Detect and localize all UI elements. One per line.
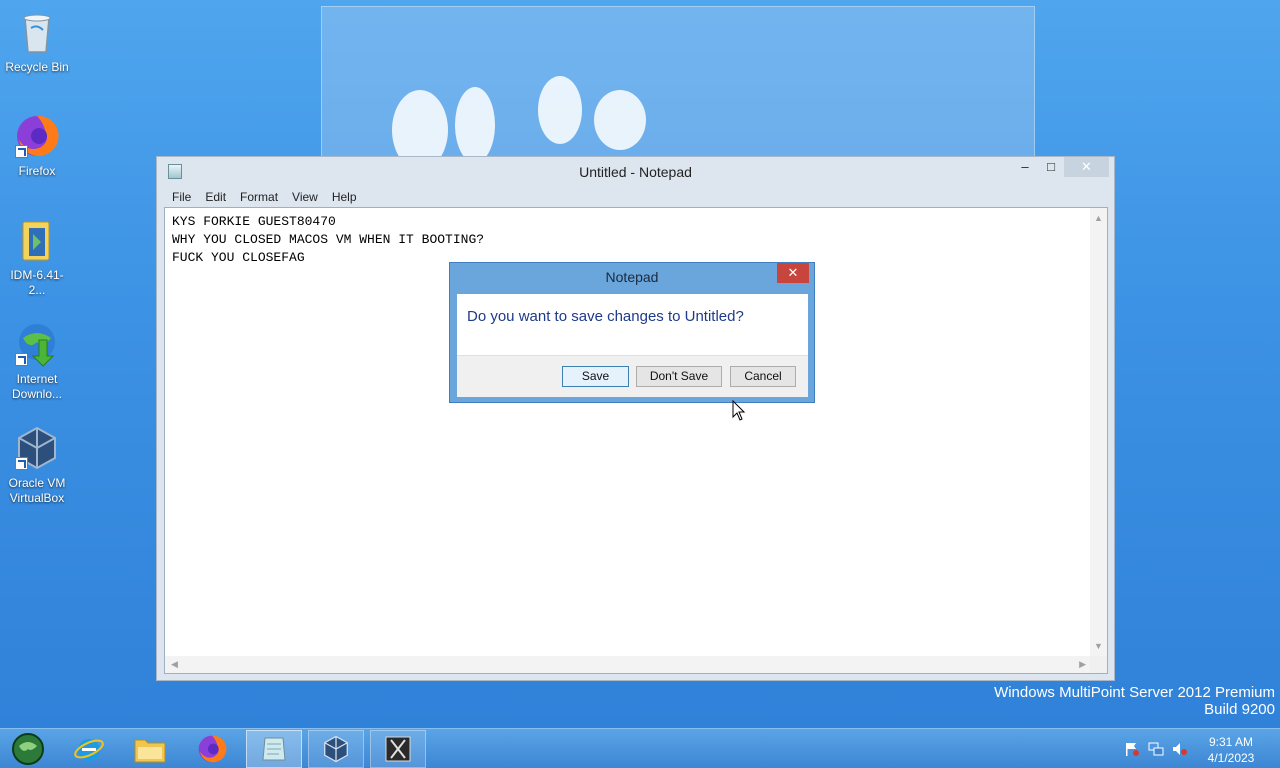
watermark-build: Build 9200 xyxy=(1204,701,1275,718)
firefox-icon xyxy=(198,735,227,763)
action-center-flag-icon[interactable] xyxy=(1124,742,1140,756)
editor-text: KYS FORKIE GUEST80470 WHY YOU CLOSED MACO… xyxy=(172,213,484,267)
notepad-titlebar[interactable]: Untitled - Notepad – □ ✕ xyxy=(157,157,1114,187)
folder-archive-icon xyxy=(22,221,50,261)
desktop-icon-idm-installer[interactable]: IDM-6.41-2... xyxy=(2,216,72,298)
horizontal-scrollbar[interactable]: ◀ ▶ xyxy=(165,656,1092,673)
cancel-button[interactable]: Cancel xyxy=(730,366,796,387)
dialog-button-row: Save Don't Save Cancel xyxy=(457,355,808,397)
taskbar-file-explorer[interactable] xyxy=(122,730,178,768)
maximize-icon: □ xyxy=(1047,159,1055,174)
taskbar-internet-explorer[interactable] xyxy=(61,730,117,768)
window-title: Untitled - Notepad xyxy=(579,164,692,180)
scroll-left-icon[interactable]: ◀ xyxy=(171,660,178,669)
wallpaper-flower xyxy=(392,76,646,160)
desktop-icon-virtualbox[interactable]: Oracle VM VirtualBox xyxy=(2,424,72,506)
dont-save-button[interactable]: Don't Save xyxy=(636,366,722,387)
maximize-button[interactable]: □ xyxy=(1038,157,1064,177)
taskbar-firefox[interactable] xyxy=(184,730,240,768)
dialog-body: Do you want to save changes to Untitled?… xyxy=(457,294,808,397)
vertical-scrollbar[interactable]: ▲ ▼ xyxy=(1090,208,1107,657)
dialog-close-button[interactable]: ✕ xyxy=(777,263,809,283)
shortcut-arrow-icon xyxy=(15,145,28,158)
os-edition-watermark: Windows MultiPoint Server 2012 Premium B… xyxy=(994,684,1275,718)
desktop-icon-firefox[interactable]: Firefox xyxy=(2,112,72,179)
menu-view[interactable]: View xyxy=(285,187,325,207)
save-button[interactable]: Save xyxy=(562,366,629,387)
text-line: WHY YOU CLOSED MACOS VM WHEN IT BOOTING? xyxy=(172,232,485,247)
shortcut-arrow-icon xyxy=(15,457,28,470)
menu-edit[interactable]: Edit xyxy=(198,187,233,207)
network-icon[interactable] xyxy=(1148,742,1164,756)
menu-bar: File Edit Format View Help xyxy=(165,187,364,207)
menu-format[interactable]: Format xyxy=(233,187,285,207)
folder-icon xyxy=(134,739,166,763)
start-button[interactable] xyxy=(0,730,56,768)
minimize-button[interactable]: – xyxy=(1012,157,1038,177)
virtualbox-icon xyxy=(324,735,348,763)
clock-time: 9:31 AM xyxy=(1208,735,1254,749)
mouse-cursor-icon xyxy=(732,400,746,421)
internet-explorer-icon xyxy=(74,739,104,761)
desktop-icon-label: Oracle VM VirtualBox xyxy=(8,476,66,505)
shortcut-arrow-icon xyxy=(15,353,28,366)
taskbar-notepad[interactable] xyxy=(246,730,302,768)
close-button[interactable]: ✕ xyxy=(1064,157,1109,177)
save-changes-dialog: Notepad ✕ Do you want to save changes to… xyxy=(449,262,815,403)
text-line: KYS FORKIE GUEST80470 xyxy=(172,214,336,229)
desktop-icon-internet-download-manager[interactable]: Internet Downlo... xyxy=(2,320,72,402)
desktop-icon-label: Firefox xyxy=(18,164,56,178)
desktop-icon-label: Recycle Bin xyxy=(5,60,69,74)
scroll-right-icon[interactable]: ▶ xyxy=(1079,660,1086,669)
menu-help[interactable]: Help xyxy=(325,187,364,207)
text-line: FUCK YOU CLOSEFAG xyxy=(172,250,305,265)
size-grip[interactable] xyxy=(1090,656,1107,673)
desktop-icon-recycle-bin[interactable]: Recycle Bin xyxy=(2,8,72,75)
scroll-down-icon[interactable]: ▼ xyxy=(1094,642,1103,651)
close-icon: ✕ xyxy=(787,265,799,280)
start-orb-icon xyxy=(12,733,44,765)
desktop-icon-label: IDM-6.41-2... xyxy=(10,268,64,297)
system-clock[interactable]: 9:31 AM 4/1/2023 xyxy=(1199,734,1263,766)
taskbar-virtualbox[interactable] xyxy=(308,730,364,768)
watermark-edition: Windows MultiPoint Server 2012 Premium xyxy=(994,684,1275,701)
menu-file[interactable]: File xyxy=(165,187,198,207)
dialog-message: Do you want to save changes to Untitled? xyxy=(467,308,744,325)
scroll-up-icon[interactable]: ▲ xyxy=(1094,214,1103,223)
dialog-title: Notepad xyxy=(605,269,659,285)
notepad-window: Untitled - Notepad – □ ✕ File Edit Forma… xyxy=(156,156,1115,681)
vm-window-icon xyxy=(385,736,411,762)
taskbar-macos-vm[interactable] xyxy=(370,730,426,768)
recycle-bin-icon xyxy=(23,14,51,53)
desktop-icon-label: Internet Downlo... xyxy=(11,372,63,401)
volume-muted-icon[interactable] xyxy=(1172,742,1188,756)
taskbar: 9:31 AM 4/1/2023 xyxy=(0,728,1280,768)
clock-date: 4/1/2023 xyxy=(1207,751,1255,765)
close-icon: ✕ xyxy=(1081,159,1092,174)
notepad-icon xyxy=(262,737,286,761)
minimize-icon: – xyxy=(1021,159,1029,174)
